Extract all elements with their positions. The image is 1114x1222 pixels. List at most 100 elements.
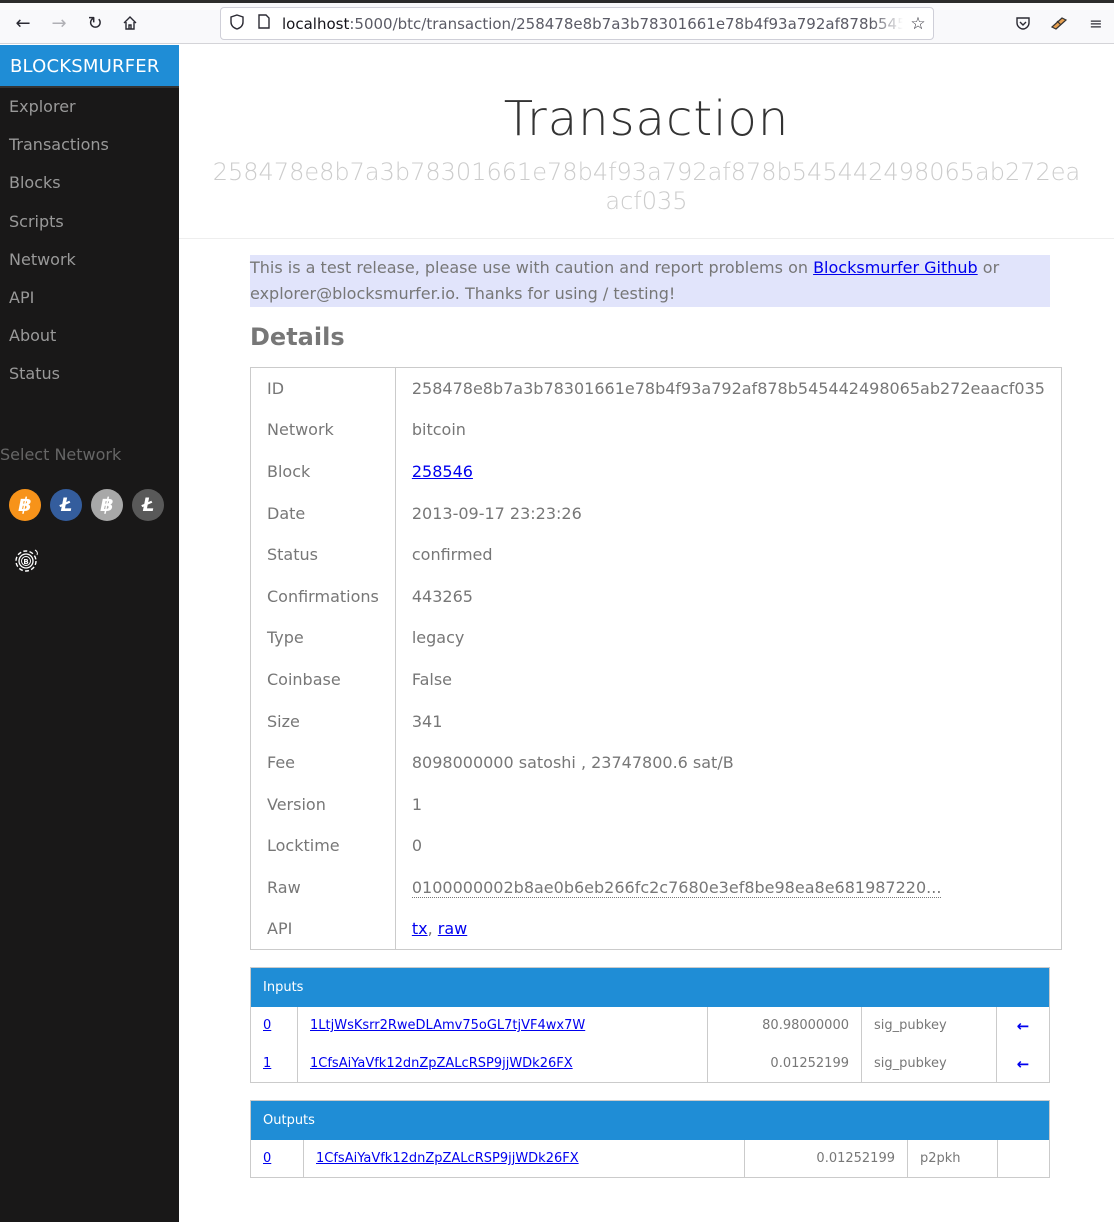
reload-icon: ↻: [87, 12, 103, 34]
output-address: 1CfsAiYaVfk12dnZpZALcRSP9jjWDk26FX: [303, 1139, 745, 1178]
detail-label: Raw: [250, 866, 396, 909]
page-header: Transaction 258478e8b7a3b78301661e78b4f9…: [179, 45, 1114, 239]
table-row: ID 258478e8b7a3b78301661e78b4f93a792af878…: [250, 367, 1062, 410]
sidebar-item-api[interactable]: API: [0, 279, 179, 317]
address-bar[interactable]: localhost:5000/btc/transaction/258478e8b…: [220, 7, 934, 40]
block-link[interactable]: 258546: [412, 462, 473, 481]
bitcoin-icon: ฿: [100, 494, 114, 516]
output-script-type: p2pkh: [907, 1139, 998, 1178]
detail-label: ID: [250, 367, 396, 410]
outputs-header: Outputs: [250, 1100, 1050, 1140]
extension-button[interactable]: [1047, 11, 1071, 35]
output-index-link[interactable]: 0: [263, 1151, 271, 1166]
detail-value-coinbase: False: [411, 669, 453, 689]
pocket-button[interactable]: [1011, 11, 1035, 35]
detail-label: Date: [250, 492, 396, 534]
bitcoin-gear-settings-button[interactable]: B: [10, 545, 42, 577]
sidebar-menu: Explorer Transactions Blocks Scripts Net…: [0, 88, 179, 394]
page-subtitle-txid: 258478e8b7a3b78301661e78b4f93a792af878b5…: [212, 158, 1081, 215]
select-network-label: Select Network: [0, 445, 122, 464]
star-icon[interactable]: ☆: [903, 14, 933, 34]
page-icon: [258, 14, 272, 33]
detail-value-type: legacy: [411, 628, 465, 648]
input-address-link[interactable]: 1LtjWsKsrr2RweDLAmv75oGL7tjVF4wx7W: [310, 1018, 585, 1033]
home-button[interactable]: [118, 11, 142, 35]
main-content: This is a test release, please use with …: [250, 255, 1062, 1179]
network-selector: ฿ Ł ฿ Ł: [9, 489, 164, 521]
bitcoin-network-button[interactable]: ฿: [9, 489, 41, 521]
outputs-table: Outputs 0 1CfsAiYaVfk12dnZpZALcRSP9jjWDk…: [250, 1100, 1050, 1179]
litecoin-network-button[interactable]: Ł: [50, 489, 82, 521]
sidebar-item-explorer[interactable]: Explorer: [0, 88, 179, 126]
output-spent-cell: [997, 1139, 1050, 1178]
sidebar-item-transactions[interactable]: Transactions: [0, 126, 179, 164]
input-index: 0: [251, 1007, 298, 1045]
url-text[interactable]: localhost:5000/btc/transaction/258478e8b…: [282, 14, 903, 33]
url-path: :5000/btc/transaction/258478e8b7a3b78301…: [349, 14, 903, 33]
sidebar-item-network[interactable]: Network: [0, 241, 179, 279]
table-row: 0 1CfsAiYaVfk12dnZpZALcRSP9jjWDk26FX 0.0…: [251, 1139, 1050, 1178]
input-index-link[interactable]: 1: [263, 1056, 271, 1071]
raw-tx-link[interactable]: 0100000002b8ae0b6eb266fc2c7680e3ef8be98e…: [411, 877, 942, 898]
input-address-link[interactable]: 1CfsAiYaVfk12dnZpZALcRSP9jjWDk26FX: [310, 1056, 573, 1071]
table-row: 1 1CfsAiYaVfk12dnZpZALcRSP9jjWDk26FX 0.0…: [251, 1044, 1050, 1083]
detail-value-fee: 8098000000 satoshi , 23747800.6 sat/B: [411, 753, 734, 773]
table-row: Status confirmed: [250, 533, 1062, 576]
input-index-link[interactable]: 0: [263, 1018, 271, 1033]
input-prev-tx-link[interactable]: ←: [996, 1006, 1050, 1045]
input-index: 1: [251, 1045, 298, 1083]
app-menu-button[interactable]: ≡: [1084, 11, 1108, 35]
api-tx-link[interactable]: tx: [412, 919, 428, 938]
detail-value-api: tx, raw: [395, 908, 1061, 950]
table-row: Raw 0100000002b8ae0b6eb266fc2c7680e3ef8be…: [250, 866, 1062, 909]
input-amount: 80.98000000: [707, 1006, 862, 1045]
table-row: Coinbase False: [250, 658, 1062, 701]
table-row: API tx, raw: [250, 908, 1062, 950]
sidebar-item-status[interactable]: Status: [0, 355, 179, 393]
table-row: Version 1: [250, 783, 1062, 826]
detail-label: Confirmations: [250, 575, 396, 618]
input-address: 1CfsAiYaVfk12dnZpZALcRSP9jjWDk26FX: [297, 1044, 708, 1083]
home-icon: [123, 16, 137, 30]
arrow-left-icon: ←: [15, 12, 31, 34]
detail-label: Network: [250, 409, 396, 451]
arrow-left-icon: ←: [1016, 1054, 1030, 1073]
output-index: 0: [251, 1140, 304, 1178]
table-row: Size 341: [250, 700, 1062, 742]
extension-icon: [1050, 17, 1068, 30]
detail-value-raw: 0100000002b8ae0b6eb266fc2c7680e3ef8be98e…: [395, 867, 1061, 909]
page-title: Transaction: [503, 91, 790, 147]
sidebar-item-blocks[interactable]: Blocks: [0, 164, 179, 202]
table-row: Block 258546: [250, 450, 1062, 493]
table-row: Confirmations 443265: [250, 575, 1062, 618]
output-amount: 0.01252199: [744, 1139, 908, 1178]
detail-value-block: 258546: [395, 451, 1061, 493]
litecoin-icon: Ł: [141, 494, 155, 516]
bitcoin-gear-icon: B: [15, 549, 38, 572]
table-row: 0 1LtjWsKsrr2RweDLAmv75oGL7tjVF4wx7W 80.…: [251, 1006, 1050, 1045]
sidebar-item-about[interactable]: About: [0, 317, 179, 355]
output-address-link[interactable]: 1CfsAiYaVfk12dnZpZALcRSP9jjWDk26FX: [316, 1151, 579, 1166]
litecoin-testnet-network-button[interactable]: Ł: [132, 489, 164, 521]
pocket-icon: [1016, 17, 1030, 30]
bitcoin-icon: ฿: [18, 494, 32, 516]
table-row: Date 2013-09-17 23:23:26: [250, 492, 1062, 534]
input-prev-tx-link[interactable]: ←: [996, 1044, 1050, 1083]
sidebar-item-scripts[interactable]: Scripts: [0, 203, 179, 241]
notice-text: This is a test release, please use with …: [250, 258, 814, 277]
bitcoin-testnet-network-button[interactable]: ฿: [91, 489, 123, 521]
detail-value-locktime: 0: [411, 836, 423, 856]
shield-icon[interactable]: [230, 13, 246, 34]
reload-button[interactable]: ↻: [83, 11, 107, 35]
test-release-notice: This is a test release, please use with …: [250, 255, 1050, 307]
brand-logo[interactable]: BLOCKSMURFER: [0, 45, 179, 88]
table-row: Fee 8098000000 satoshi , 23747800.6 sat/B: [250, 741, 1062, 784]
api-raw-link[interactable]: raw: [438, 919, 467, 938]
forward-button[interactable]: →: [47, 11, 71, 35]
details-heading: Details: [250, 323, 345, 351]
sidebar: BLOCKSMURFER Explorer Transactions Block…: [0, 45, 179, 1222]
arrow-right-icon: →: [51, 12, 67, 34]
back-button[interactable]: ←: [11, 11, 35, 35]
input-script-type: sig_pubkey: [861, 1044, 997, 1083]
github-link[interactable]: Blocksmurfer Github: [813, 258, 978, 277]
